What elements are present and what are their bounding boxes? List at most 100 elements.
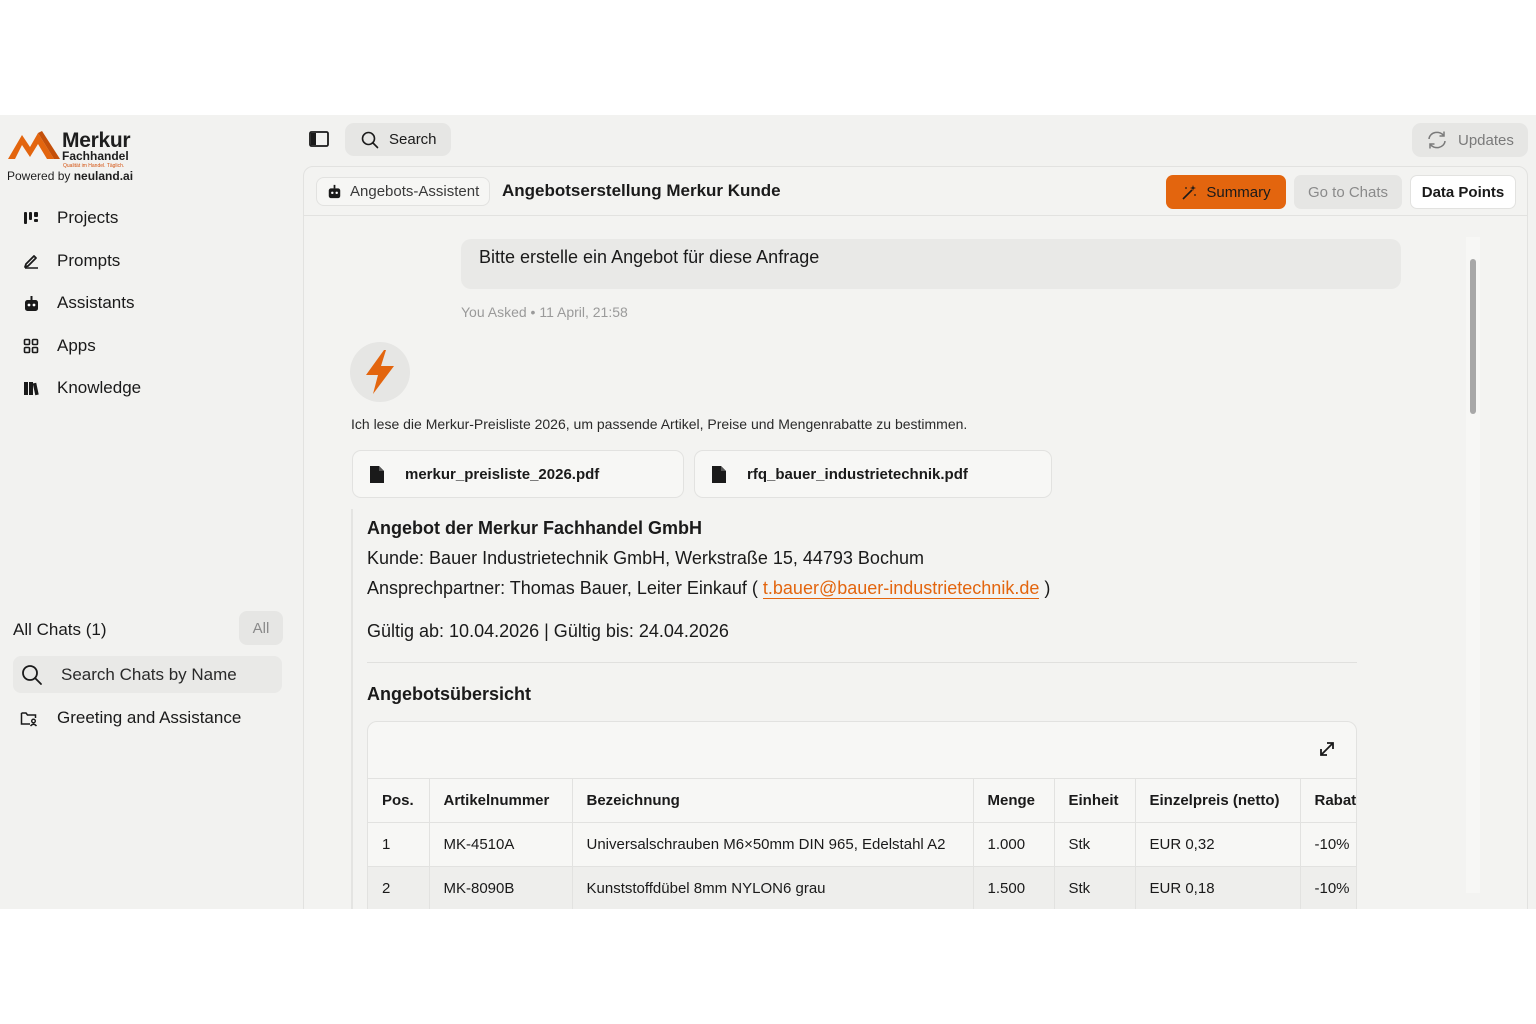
sidebar-item-label: Apps bbox=[57, 335, 96, 355]
table-cell: 2 bbox=[368, 866, 430, 909]
sidebar-item-knowledge[interactable]: Knowledge bbox=[0, 367, 302, 410]
sidebar-item-label: Projects bbox=[57, 208, 119, 228]
sidebar: Merkur Fachhandel Qualität im Handel. Tä… bbox=[0, 115, 302, 909]
table-cell: 1.500 bbox=[973, 866, 1055, 909]
table-cell: Universalschrauben M6×50mm DIN 965, Edel… bbox=[572, 822, 974, 867]
sidebar-nav: Projects Prompts Assistants Apps Knowled… bbox=[0, 197, 302, 410]
table-cell: 1.000 bbox=[973, 822, 1055, 867]
pen-icon bbox=[22, 252, 40, 270]
robot-icon bbox=[328, 184, 341, 199]
assistant-status-text: Ich lese die Merkur-Preisliste 2026, um … bbox=[351, 416, 968, 432]
folder-user-icon bbox=[20, 712, 38, 727]
lightning-bolt-icon bbox=[366, 350, 394, 394]
file-icon bbox=[370, 465, 384, 483]
column-header: Bezeichnung bbox=[572, 778, 974, 823]
table-cell: Kunststoffdübel 8mm NYLON6 grau bbox=[572, 866, 974, 909]
column-header: Menge bbox=[973, 778, 1055, 823]
chats-header: All Chats (1) All bbox=[13, 611, 283, 647]
conversation-scroll-area[interactable]: Bitte erstelle ein Angebot für diese Anf… bbox=[304, 217, 1529, 909]
sidebar-item-apps[interactable]: Apps bbox=[0, 325, 302, 368]
sidebar-item-label: Prompts bbox=[57, 250, 121, 270]
brand-sub: Fachhandel bbox=[62, 149, 129, 163]
column-header: Einzelpreis (netto) bbox=[1135, 778, 1301, 823]
file-attachment[interactable]: merkur_preisliste_2026.pdf bbox=[352, 450, 684, 498]
file-name: rfq_bauer_industrietechnik.pdf bbox=[747, 465, 968, 483]
chat-item-label: Greeting and Assistance bbox=[57, 708, 242, 727]
file-attachment[interactable]: rfq_bauer_industrietechnik.pdf bbox=[694, 450, 1052, 498]
table-cell: 1 bbox=[368, 822, 430, 867]
offer-contact-prefix: Ansprechpartner: Thomas Bauer, Leiter Ei… bbox=[367, 578, 758, 598]
books-icon bbox=[22, 379, 40, 397]
grid-icon bbox=[22, 337, 40, 355]
table-cell: -10% bbox=[1300, 866, 1356, 909]
offer-contact: Ansprechpartner: Thomas Bauer, Leiter Ei… bbox=[367, 578, 1050, 599]
sidebar-item-assistants[interactable]: Assistants bbox=[0, 282, 302, 325]
powered-by-brand[interactable]: neuland.ai bbox=[74, 169, 133, 183]
search-icon bbox=[22, 664, 42, 685]
chats-title: All Chats (1) bbox=[13, 620, 107, 639]
offer-title: Angebot der Merkur Fachhandel GmbH bbox=[367, 518, 703, 538]
assistant-avatar bbox=[350, 342, 410, 402]
data-points-button[interactable]: Data Points bbox=[1410, 175, 1516, 209]
column-header: Pos. bbox=[368, 778, 430, 823]
column-header: Rabatt bbox=[1300, 778, 1356, 823]
refresh-icon bbox=[1428, 131, 1446, 149]
magic-wand-icon bbox=[1182, 184, 1197, 200]
summary-label: Summary bbox=[1206, 183, 1271, 201]
projects-icon bbox=[22, 209, 40, 227]
message-meta: You Asked • 11 April, 21:58 bbox=[461, 304, 628, 320]
robot-icon bbox=[22, 294, 40, 312]
offer-table-card: Pos. Artikelnummer Bezeichnung Menge Ein… bbox=[367, 721, 1357, 909]
chat-panel: Angebots-Assistent Angebotserstellung Me… bbox=[303, 166, 1528, 909]
file-icon bbox=[712, 465, 726, 483]
table-cell: EUR 0,18 bbox=[1135, 866, 1301, 909]
vertical-scrollbar[interactable] bbox=[1466, 237, 1480, 893]
search-icon bbox=[361, 131, 379, 148]
app-window: Merkur Fachhandel Qualität im Handel. Tä… bbox=[0, 115, 1536, 909]
table-row: 1 MK-4510A Universalschrauben M6×50mm DI… bbox=[368, 822, 1356, 867]
merkur-logo-mark bbox=[8, 131, 60, 159]
global-search-label: Search bbox=[389, 131, 437, 148]
offer-contact-suffix: ) bbox=[1044, 578, 1051, 598]
offer-overview-heading: Angebotsübersicht bbox=[367, 684, 532, 704]
summary-button[interactable]: Summary bbox=[1166, 175, 1286, 209]
sidebar-item-prompts[interactable]: Prompts bbox=[0, 240, 302, 283]
merkur-logo[interactable]: Merkur Fachhandel Qualität im Handel. Tä… bbox=[8, 129, 158, 173]
chat-search-input[interactable]: Search Chats by Name bbox=[13, 656, 282, 693]
offer-table: Pos. Artikelnummer Bezeichnung Menge Ein… bbox=[368, 778, 1356, 909]
sidebar-toggle-button[interactable] bbox=[309, 130, 331, 150]
updates-button[interactable]: Updates bbox=[1412, 123, 1528, 157]
sidebar-toggle-icon bbox=[309, 131, 329, 147]
offer-validity: Gültig ab: 10.04.2026 | Gültig bis: 24.0… bbox=[367, 621, 729, 641]
go-to-chats-button[interactable]: Go to Chats bbox=[1294, 175, 1402, 209]
powered-by: Powered by neuland.ai bbox=[7, 169, 133, 183]
powered-by-prefix: Powered by bbox=[7, 169, 71, 183]
assistant-chip[interactable]: Angebots-Assistent bbox=[316, 177, 491, 206]
column-header: Einheit bbox=[1054, 778, 1136, 823]
sidebar-item-projects[interactable]: Projects bbox=[0, 197, 302, 240]
scrollbar-thumb[interactable] bbox=[1470, 259, 1476, 414]
chat-title: Angebotserstellung Merkur Kunde bbox=[502, 181, 781, 200]
updates-label: Updates bbox=[1458, 131, 1514, 149]
divider bbox=[367, 662, 1357, 663]
sidebar-item-label: Assistants bbox=[57, 293, 135, 313]
table-row: 2 MK-8090B Kunststoffdübel 8mm NYLON6 gr… bbox=[368, 866, 1356, 909]
chats-filter-button[interactable]: All bbox=[239, 611, 283, 645]
contact-email-link[interactable]: t.bauer@bauer-industrietechnik.de bbox=[762, 578, 1040, 599]
assistant-chip-label: Angebots-Assistent bbox=[350, 183, 480, 200]
global-search-button[interactable]: Search bbox=[345, 123, 451, 156]
user-message: Bitte erstelle ein Angebot für diese Anf… bbox=[461, 239, 1401, 289]
assistant-answer: Angebot der Merkur Fachhandel GmbH Kunde… bbox=[351, 509, 1361, 909]
offer-customer: Kunde: Bauer Industrietechnik GmbH, Werk… bbox=[367, 548, 924, 568]
table-header-row: Pos. Artikelnummer Bezeichnung Menge Ein… bbox=[368, 778, 1356, 823]
sidebar-item-label: Knowledge bbox=[57, 378, 142, 398]
table-cell: MK-8090B bbox=[429, 866, 573, 909]
table-cell: Stk bbox=[1054, 822, 1136, 867]
column-header: Artikelnummer bbox=[429, 778, 573, 823]
expand-icon[interactable] bbox=[1318, 740, 1336, 758]
table-cell: -10% bbox=[1300, 822, 1356, 867]
chat-list-item[interactable]: Greeting and Assistance bbox=[20, 705, 241, 731]
table-cell: EUR 0,32 bbox=[1135, 822, 1301, 867]
table-cell: Stk bbox=[1054, 866, 1136, 909]
chat-header: Angebots-Assistent Angebotserstellung Me… bbox=[304, 167, 1527, 216]
